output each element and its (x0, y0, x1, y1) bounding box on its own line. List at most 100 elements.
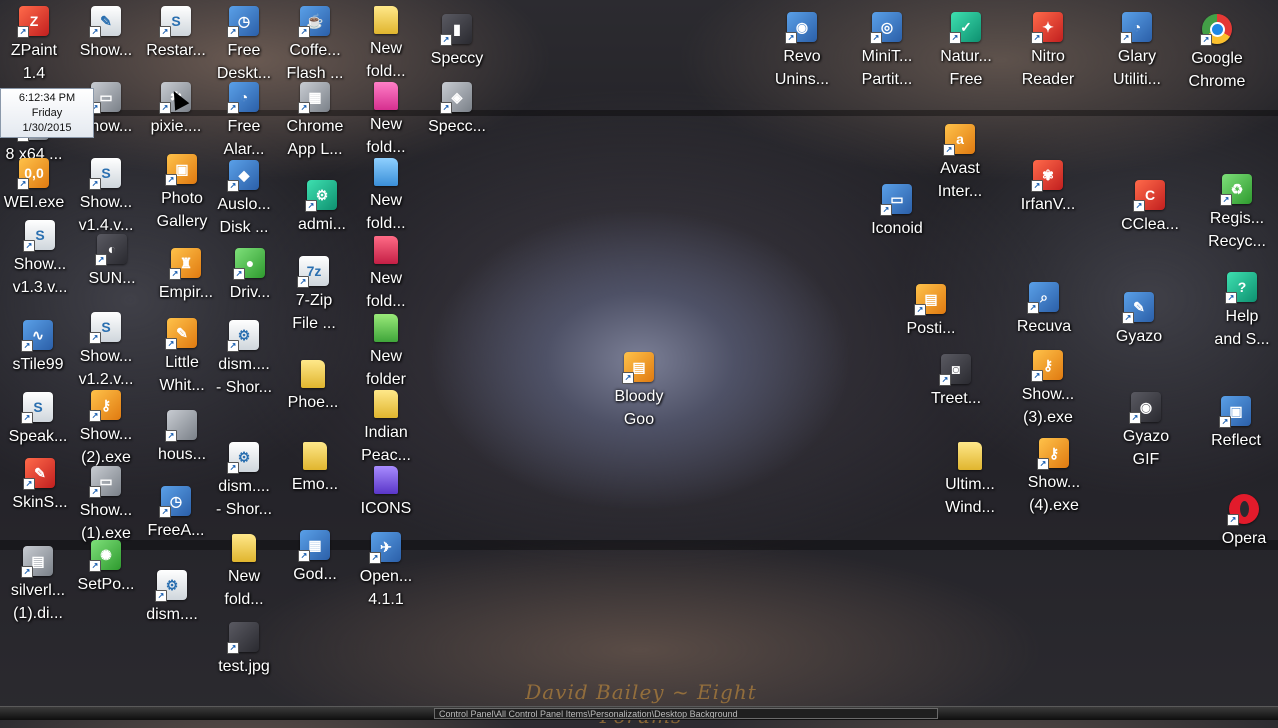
wallpaper-signature: David Bailey ~ Eight Forums (525, 680, 757, 728)
desktop-shortcut-label: CClea... (1121, 216, 1179, 233)
sun-icon: ◐ ↗ (95, 234, 127, 266)
desktop-shortcut-sun[interactable]: ◐ ↗ SUN... (70, 234, 154, 290)
help-support-icon: ? ↗ (1225, 272, 1257, 304)
desktop-shortcut-label: Show... (2).exe (79, 426, 133, 466)
shortcut-arrow-icon: ↗ (155, 590, 167, 602)
gyazo-icon: ✎ ↗ (1122, 292, 1154, 324)
new-folder-icon (374, 6, 398, 34)
desktop-shortcut-label: dism.... - Shor... (215, 356, 273, 396)
shortcut-arrow-icon: ↗ (165, 430, 177, 442)
desktop-shortcut-nitro-reader[interactable]: ✦ ↗ Nitro Reader (1006, 12, 1090, 91)
desktop-shortcut-phoenix-folder[interactable]: Phoe... (271, 360, 355, 414)
shortcut-arrow-icon: ↗ (1220, 194, 1232, 206)
desktop-shortcut-label: dism.... - Shor... (215, 478, 273, 518)
desktop-shortcut-google-chrome[interactable]: ↗ Google Chrome (1175, 14, 1259, 93)
desktop-shortcut-bloody-goo[interactable]: ▤ ↗ Bloody Goo (597, 352, 681, 431)
shortcut-arrow-icon: ↗ (369, 552, 381, 564)
desktop-shortcut-show-3-exe[interactable]: ⚷ ↗ Show... (3).exe (1006, 350, 1090, 429)
desktop-shortcut-reflect[interactable]: ▣ ↗ Reflect (1194, 396, 1278, 452)
shortcut-arrow-icon: ↗ (298, 550, 310, 562)
desktop-shortcut-gyazo-gif[interactable]: ◉ ↗ Gyazo GIF (1104, 392, 1188, 471)
shortcut-arrow-icon: ↗ (870, 32, 882, 44)
clock-gadget[interactable]: 6:12:34 PM Friday 1/30/2015 (0, 88, 94, 138)
revo-uninstaller-icon: ◉ ↗ (785, 12, 817, 44)
desktop-shortcut-auslogics-disk[interactable]: ◆ ↗ Auslo... Disk ... (202, 160, 286, 239)
desktop-shortcut-show-4-exe[interactable]: ⚷ ↗ Show... (4).exe (1012, 438, 1096, 517)
desktop-shortcut-label: Show... (1).exe (79, 502, 133, 542)
desktop-shortcut-ultimate-windows-folder[interactable]: Ultim... Wind... (928, 442, 1012, 519)
speak-icon: S ↗ (21, 392, 53, 424)
desktop-shortcut-postit[interactable]: ▤ ↗ Posti... (889, 284, 973, 340)
dism-shortcut-2-icon: ⚙ ↗ (227, 442, 259, 474)
desktop-shortcut-new-folder-blue[interactable]: New fold... (344, 158, 428, 235)
desktop-shortcut-label: ICONS (360, 500, 412, 517)
desktop-shortcut-iconoid[interactable]: ▭ ↗ Iconoid (855, 184, 939, 240)
desktop-shortcut-label: Avast Inter... (937, 160, 983, 200)
desktop-shortcut-label: Natur... Free (940, 48, 992, 88)
shortcut-arrow-icon: ↗ (21, 412, 33, 424)
desktop-shortcut-speccy-shortcut[interactable]: ◈ ↗ Specc... (415, 82, 499, 138)
avast-icon: a ↗ (943, 124, 975, 156)
desktop-shortcut-label: Photo Gallery (156, 190, 208, 230)
new-folder-2-icon (232, 534, 256, 562)
desktop-shortcut-label: Open... 4.1.1 (359, 568, 413, 608)
shortcut-arrow-icon: ↗ (1227, 514, 1239, 526)
desktop-shortcut-label: New fold... (366, 116, 406, 156)
desktop-shortcut-ccleaner[interactable]: C ↗ CClea... (1108, 180, 1192, 236)
desktop-shortcut-label: Chrome App L... (286, 118, 344, 158)
new-folder-green-icon (374, 314, 398, 342)
desktop-shortcut-minitool-partition[interactable]: ◎ ↗ MiniT... Partit... (845, 12, 929, 91)
desktop-shortcut-openoffice[interactable]: ✈ ↗ Open... 4.1.1 (344, 532, 428, 611)
desktop-shortcut-help-support[interactable]: ? ↗ Help and S... (1200, 272, 1278, 351)
desktop-shortcut-label: ZPaint 1.4 (10, 42, 58, 82)
desktop-shortcut-test-jpg[interactable]: ↗ test.jpg (202, 622, 286, 678)
phoenix-folder-icon (301, 360, 325, 388)
clock-date: 1/30/2015 (22, 122, 72, 134)
desktop-shortcut-new-folder-red[interactable]: New fold... (344, 236, 428, 313)
coffee-flash-icon: ☕ ↗ (298, 6, 330, 38)
icons-folder-icon (374, 466, 398, 494)
natural-free-icon: ✓ ↗ (949, 12, 981, 44)
explorer-address-bar[interactable]: Control Panel\All Control Panel Items\Pe… (434, 708, 938, 719)
desktop-shortcut-recuva[interactable]: ⌕ ↗ Recuva (1002, 282, 1086, 338)
shortcut-arrow-icon: ↗ (943, 144, 955, 156)
desktop-shortcut-label: Show... (4).exe (1027, 474, 1081, 514)
desktop-shortcut-speccy[interactable]: ▮ ↗ Speccy (415, 14, 499, 70)
desktop-shortcut-registry-recycler[interactable]: ♻ ↗ Regis... Recyc... (1195, 174, 1278, 253)
desktop-shortcut-label: Free Alar... (223, 118, 265, 158)
desktop-shortcut-irfanview[interactable]: ✾ ↗ IrfanV... (1006, 160, 1090, 216)
restart-script-icon: S ↗ (159, 6, 191, 38)
desktop-shortcut-gyazo[interactable]: ✎ ↗ Gyazo (1097, 292, 1181, 348)
desktop-shortcut-label: WEI.exe (3, 194, 65, 211)
desktop-shortcut-glary-utilities[interactable]: ◔ ↗ Glary Utiliti... (1095, 12, 1179, 91)
desktop-shortcut-label: Nitro Reader (1021, 48, 1075, 88)
desktop-shortcut-opera[interactable]: ↗ Opera (1202, 494, 1278, 550)
desktop-shortcut-show-v12[interactable]: S ↗ Show... v1.2.v... (64, 312, 148, 391)
desktop-shortcut-natural-free[interactable]: ✓ ↗ Natur... Free (924, 12, 1008, 91)
shortcut-arrow-icon: ↗ (440, 102, 452, 114)
desktop-shortcut-label: dism.... (146, 606, 198, 623)
shortcut-arrow-icon: ↗ (1120, 32, 1132, 44)
show-4-exe-icon: ⚷ ↗ (1037, 438, 1069, 470)
desktop-shortcut-label: New folder (365, 348, 407, 388)
desktop-shortcut-label: Revo Unins... (774, 48, 830, 88)
desktop-shortcut-label: Speak... (8, 428, 68, 445)
desktop-shortcut-label: Regis... Recyc... (1208, 210, 1266, 250)
shortcut-arrow-icon: ↗ (17, 26, 29, 38)
desktop-shortcut-revo-uninstaller[interactable]: ◉ ↗ Revo Unins... (760, 12, 844, 91)
desktop-shortcut-icons-folder[interactable]: ICONS (344, 466, 428, 520)
shortcut-arrow-icon: ↗ (23, 240, 35, 252)
shortcut-arrow-icon: ↗ (227, 102, 239, 114)
indian-peace-folder-icon (374, 390, 398, 418)
little-white-icon: ✎ ↗ (165, 318, 197, 350)
desktop-shortcut-label: Opera (1221, 530, 1267, 547)
iconoid-icon: ▭ ↗ (880, 184, 912, 216)
desktop-shortcut-label: IrfanV... (1020, 196, 1076, 213)
shortcut-arrow-icon: ↗ (1037, 458, 1049, 470)
desktop-shortcut-label: Gyazo GIF (1122, 428, 1170, 468)
shortcut-arrow-icon: ↗ (1031, 180, 1043, 192)
desktop-shortcut-treetop[interactable]: ◙ ↗ Treet... (914, 354, 998, 410)
admin-tools-icon: ⚙ ↗ (305, 180, 337, 212)
desktop-shortcut-new-folder-green[interactable]: New folder (344, 314, 428, 391)
gyazo-gif-icon: ◉ ↗ (1129, 392, 1161, 424)
